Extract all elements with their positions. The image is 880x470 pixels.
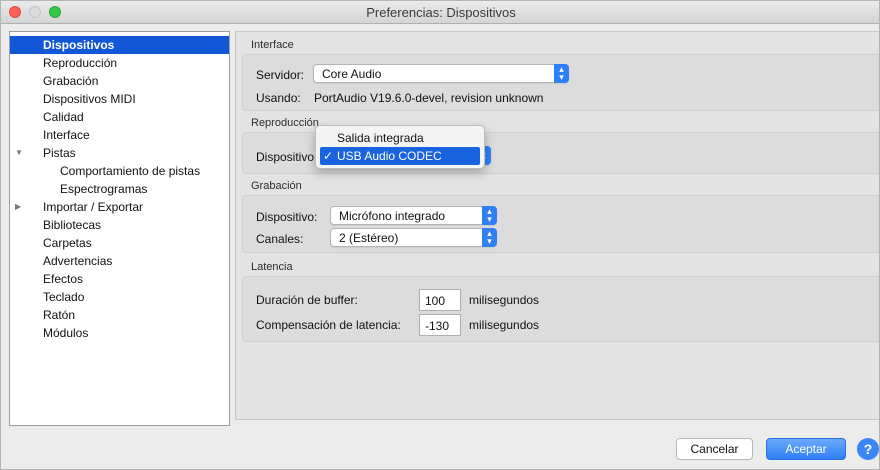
sidebar-item-label: Pistas bbox=[43, 146, 76, 160]
latency-group-title: Latencia bbox=[251, 261, 293, 273]
checkmark-icon: ✓ bbox=[323, 149, 334, 163]
buffer-duration-value: 100 bbox=[425, 294, 446, 308]
help-icon[interactable]: ? bbox=[857, 438, 879, 460]
sidebar-item-label: Comportamiento de pistas bbox=[60, 164, 201, 178]
recording-device-popup-value: Micrófono integrado bbox=[339, 209, 446, 223]
using-value: PortAudio V19.6.0-devel, revision unknow… bbox=[314, 91, 544, 105]
sidebar-item-label: Calidad bbox=[43, 110, 84, 124]
sidebar-item-importar-exportar[interactable]: ▶ Importar / Exportar bbox=[10, 198, 229, 216]
recording-device-label: Dispositivo: bbox=[256, 210, 318, 224]
sidebar-item-reproduccion[interactable]: Reproducción bbox=[10, 54, 229, 72]
sidebar-item-label: Espectrogramas bbox=[60, 182, 148, 196]
sidebar-item-pistas[interactable]: ▼ Pistas bbox=[10, 144, 229, 162]
interface-group-title: Interface bbox=[251, 39, 294, 51]
sidebar-item-advertencias[interactable]: Advertencias bbox=[10, 252, 229, 270]
popup-arrows-icon: ▴▾ bbox=[482, 206, 497, 225]
menu-item-usb-audio-codec[interactable]: ✓ USB Audio CODEC bbox=[320, 147, 480, 165]
sidebar-item-teclado[interactable]: Teclado bbox=[10, 288, 229, 306]
sidebar-item-label: Grabación bbox=[43, 74, 99, 88]
sidebar-item-label: Ratón bbox=[43, 308, 76, 322]
playback-device-menu: Salida integrada ✓ USB Audio CODEC bbox=[315, 125, 485, 169]
preferences-window: Preferencias: Dispositivos Dispositivos … bbox=[0, 0, 880, 470]
sidebar-item-label: Carpetas bbox=[43, 236, 92, 250]
latency-compensation-field[interactable]: -130 bbox=[419, 314, 461, 336]
sidebar-item-label: Módulos bbox=[43, 326, 89, 340]
latency-compensation-label: Compensación de latencia: bbox=[256, 318, 401, 332]
sidebar-item-efectos[interactable]: Efectos bbox=[10, 270, 229, 288]
sidebar-item-label: Importar / Exportar bbox=[43, 200, 144, 214]
playback-device-label: Dispositivo: bbox=[256, 150, 318, 164]
sidebar-item-label: Bibliotecas bbox=[43, 218, 102, 232]
buffer-duration-unit: milisegundos bbox=[469, 293, 540, 307]
accept-button[interactable]: Aceptar bbox=[766, 438, 846, 460]
popup-arrows-icon: ▴▾ bbox=[554, 64, 569, 83]
disclosure-collapsed-icon[interactable]: ▶ bbox=[15, 198, 21, 216]
sidebar-item-label: Teclado bbox=[43, 290, 85, 304]
playback-group-title: Reproducción bbox=[251, 117, 319, 129]
sidebar-item-label: Efectos bbox=[43, 272, 84, 286]
sidebar-item-interface[interactable]: Interface bbox=[10, 126, 229, 144]
sidebar-item-carpetas[interactable]: Carpetas bbox=[10, 234, 229, 252]
recording-group-title: Grabación bbox=[251, 180, 302, 192]
sidebar-item-label: Dispositivos MIDI bbox=[43, 92, 136, 106]
cancel-button[interactable]: Cancelar bbox=[676, 438, 753, 460]
preferences-sidebar: Dispositivos Reproducción Grabación Disp… bbox=[9, 31, 230, 426]
server-popup-value: Core Audio bbox=[322, 67, 382, 81]
channels-popup-value: 2 (Estéreo) bbox=[339, 231, 399, 245]
sidebar-item-label: Dispositivos bbox=[43, 38, 115, 52]
menu-item-salida-integrada[interactable]: Salida integrada bbox=[320, 129, 480, 147]
server-label: Servidor: bbox=[256, 68, 305, 82]
sidebar-item-modulos[interactable]: Módulos bbox=[10, 324, 229, 342]
channels-popup[interactable]: 2 (Estéreo) ▴ ▾ bbox=[330, 228, 497, 247]
channels-label: Canales: bbox=[256, 232, 304, 246]
title-bar: Preferencias: Dispositivos bbox=[1, 1, 879, 24]
latency-compensation-unit: milisegundos bbox=[469, 318, 540, 332]
recording-device-popup[interactable]: Micrófono integrado ▴ ▾ bbox=[330, 206, 497, 225]
latency-compensation-value: -130 bbox=[425, 319, 450, 333]
menu-item-label: Salida integrada bbox=[337, 131, 424, 145]
menu-item-label: USB Audio CODEC bbox=[337, 149, 442, 163]
sidebar-item-comportamiento-de-pistas[interactable]: Comportamiento de pistas bbox=[10, 162, 229, 180]
sidebar-item-label: Reproducción bbox=[43, 56, 118, 70]
window-title: Preferencias: Dispositivos bbox=[366, 5, 516, 20]
sidebar-item-raton[interactable]: Ratón bbox=[10, 306, 229, 324]
buffer-duration-field[interactable]: 100 bbox=[419, 289, 461, 311]
sidebar-item-espectrogramas[interactable]: Espectrogramas bbox=[10, 180, 229, 198]
sidebar-item-dispositivos[interactable]: Dispositivos bbox=[10, 36, 229, 54]
sidebar-item-label: Advertencias bbox=[43, 254, 113, 268]
sidebar-item-label: Interface bbox=[43, 128, 90, 142]
sidebar-item-dispositivos-midi[interactable]: Dispositivos MIDI bbox=[10, 90, 229, 108]
sidebar-item-bibliotecas[interactable]: Bibliotecas bbox=[10, 216, 229, 234]
sidebar-item-calidad[interactable]: Calidad bbox=[10, 108, 229, 126]
server-popup[interactable]: Core Audio ▴ ▾ bbox=[313, 64, 569, 83]
buffer-duration-label: Duración de buffer: bbox=[256, 293, 358, 307]
latency-group bbox=[242, 276, 879, 342]
disclosure-expanded-icon[interactable]: ▼ bbox=[15, 144, 23, 162]
using-label: Usando: bbox=[256, 91, 301, 105]
popup-arrows-icon: ▴▾ bbox=[482, 228, 497, 247]
sidebar-item-grabacion[interactable]: Grabación bbox=[10, 72, 229, 90]
